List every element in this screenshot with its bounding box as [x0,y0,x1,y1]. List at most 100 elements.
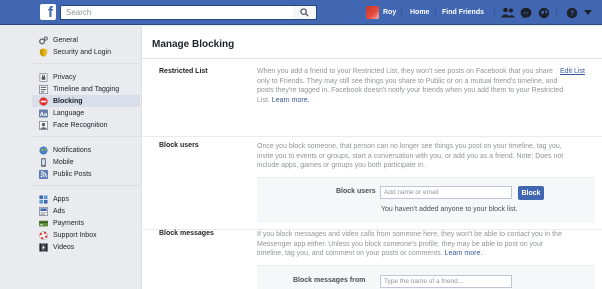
sidebar-item-general[interactable]: General [32,34,140,46]
sidebar-item-security[interactable]: Security and Login [32,46,140,58]
block-users-form: Block users Block You haven't added anyo… [257,177,595,223]
restricted-list-section: Restricted List When you add a friend to… [142,59,602,137]
block-user-input[interactable] [380,186,512,199]
sidebar-item-label: Support Inbox [53,231,97,239]
gear-icon [39,35,48,45]
edit-list-link[interactable]: Edit List [560,68,585,75]
sidebar-item-label: Videos [53,243,75,251]
sidebar-group: Notifications Mobile Public Posts [32,144,140,186]
face-icon [39,120,48,130]
section-label: Restricted List [159,68,208,75]
search-icon [300,8,309,17]
description-text: If you block messages and video calls fr… [257,231,562,257]
sidebar-item-blocking[interactable]: Blocking [32,95,140,107]
find-friends-link[interactable]: Find Friends [442,9,484,16]
sidebar-item-support-inbox[interactable]: Support Inbox [32,229,140,241]
block-button[interactable]: Block [518,186,544,200]
svg-text:?: ? [570,8,575,17]
mobile-icon [39,157,48,167]
main-panel: Manage Blocking Restricted List When you… [141,26,602,289]
sidebar-group: Apps Ads Payments Support Inbox Videos [32,193,140,258]
sidebar-group: General Security and Login [32,34,140,64]
block-users-section: Block users Once you block someone, that… [142,137,602,230]
sidebar-item-privacy[interactable]: Privacy [32,71,140,83]
lifebuoy-icon [39,230,48,240]
help-button[interactable]: ? [565,6,579,19]
nav-divider [556,7,557,18]
rss-icon [39,169,48,179]
profile-name: Roy [383,9,397,16]
search-field[interactable] [60,5,317,20]
help-icon: ? [566,7,578,18]
messages-button[interactable] [519,6,533,19]
sidebar-item-label: Apps [53,195,69,203]
sidebar-item-label: Security and Login [53,48,111,56]
sidebar-item-label: Public Posts [53,170,92,178]
sidebar-item-public-posts[interactable]: Public Posts [32,168,140,180]
svg-text:Aa: Aa [40,112,48,118]
sidebar-item-payments[interactable]: Payments [32,217,140,229]
globe-icon [538,7,550,18]
sidebar-item-label: Mobile [53,158,74,166]
sidebar-item-label: Face Recognition [53,121,108,129]
timeline-icon [39,84,48,94]
ads-icon [39,206,48,216]
friend-requests-button[interactable] [501,6,515,19]
sidebar-group: Privacy Timeline and Tagging Blocking Aa… [32,71,140,137]
friends-icon [501,7,515,18]
sidebar-item-videos[interactable]: Videos [32,241,140,253]
section-label: Block users [159,142,199,149]
avatar [366,6,379,19]
sidebar-item-apps[interactable]: Apps [32,193,140,205]
sidebar-item-notifications[interactable]: Notifications [32,144,140,156]
messenger-icon [520,7,532,18]
field-label: Block messages from [293,277,366,284]
block-messages-form: Block messages from [257,265,595,289]
apps-icon [39,194,48,204]
nav-divider [494,7,495,18]
sidebar-item-timeline[interactable]: Timeline and Tagging [32,83,140,95]
settings-sidebar: General Security and Login Privacy Timel… [32,34,140,265]
nav-divider [435,7,436,18]
video-icon [39,242,48,252]
sidebar-item-face-recognition[interactable]: Face Recognition [32,119,140,131]
shield-icon [39,47,48,57]
caret-down-icon [584,10,592,15]
globe-icon [39,145,48,155]
block-messages-input[interactable] [380,275,512,288]
lock-icon [39,72,48,82]
sidebar-item-label: Blocking [53,97,83,105]
learn-more-link[interactable]: Learn more. [272,97,310,104]
facebook-logo[interactable]: f [40,4,56,20]
language-icon: Aa [39,108,48,118]
sidebar-item-label: Notifications [53,146,92,154]
sidebar-item-label: Ads [53,207,66,215]
section-label: Block messages [159,230,214,237]
top-bar: f Roy Home Find Friends ? [0,0,602,25]
sidebar-item-label: Timeline and Tagging [53,85,120,93]
sidebar-item-label: General [53,36,78,44]
section-description: Once you block someone, that person can … [257,143,564,169]
payments-icon [39,219,48,228]
sidebar-item-label: Privacy [53,73,76,81]
sidebar-item-language[interactable]: Aa Language [32,107,140,119]
section-description: When you add a friend to your Restricted… [257,67,567,105]
page-title: Manage Blocking [152,39,235,50]
notifications-button[interactable] [537,6,551,19]
home-link[interactable]: Home [410,9,429,16]
sidebar-item-label: Language [53,109,85,117]
block-list-status: You haven't added anyone to your block l… [381,206,518,213]
nav-divider [401,7,402,18]
sidebar-item-label: Payments [53,219,85,227]
section-description: If you block messages and video calls fr… [257,230,567,259]
block-messages-section: Block messages If you block messages and… [142,230,602,289]
sidebar-item-mobile[interactable]: Mobile [32,156,140,168]
field-label: Block users [336,188,376,195]
search-button[interactable] [293,5,317,20]
search-input[interactable] [61,6,316,19]
sidebar-item-ads[interactable]: Ads [32,205,140,217]
account-menu-button[interactable] [583,6,593,19]
block-icon [39,96,48,106]
learn-more-link[interactable]: Learn more. [445,250,483,257]
profile-link[interactable]: Roy [366,6,396,19]
